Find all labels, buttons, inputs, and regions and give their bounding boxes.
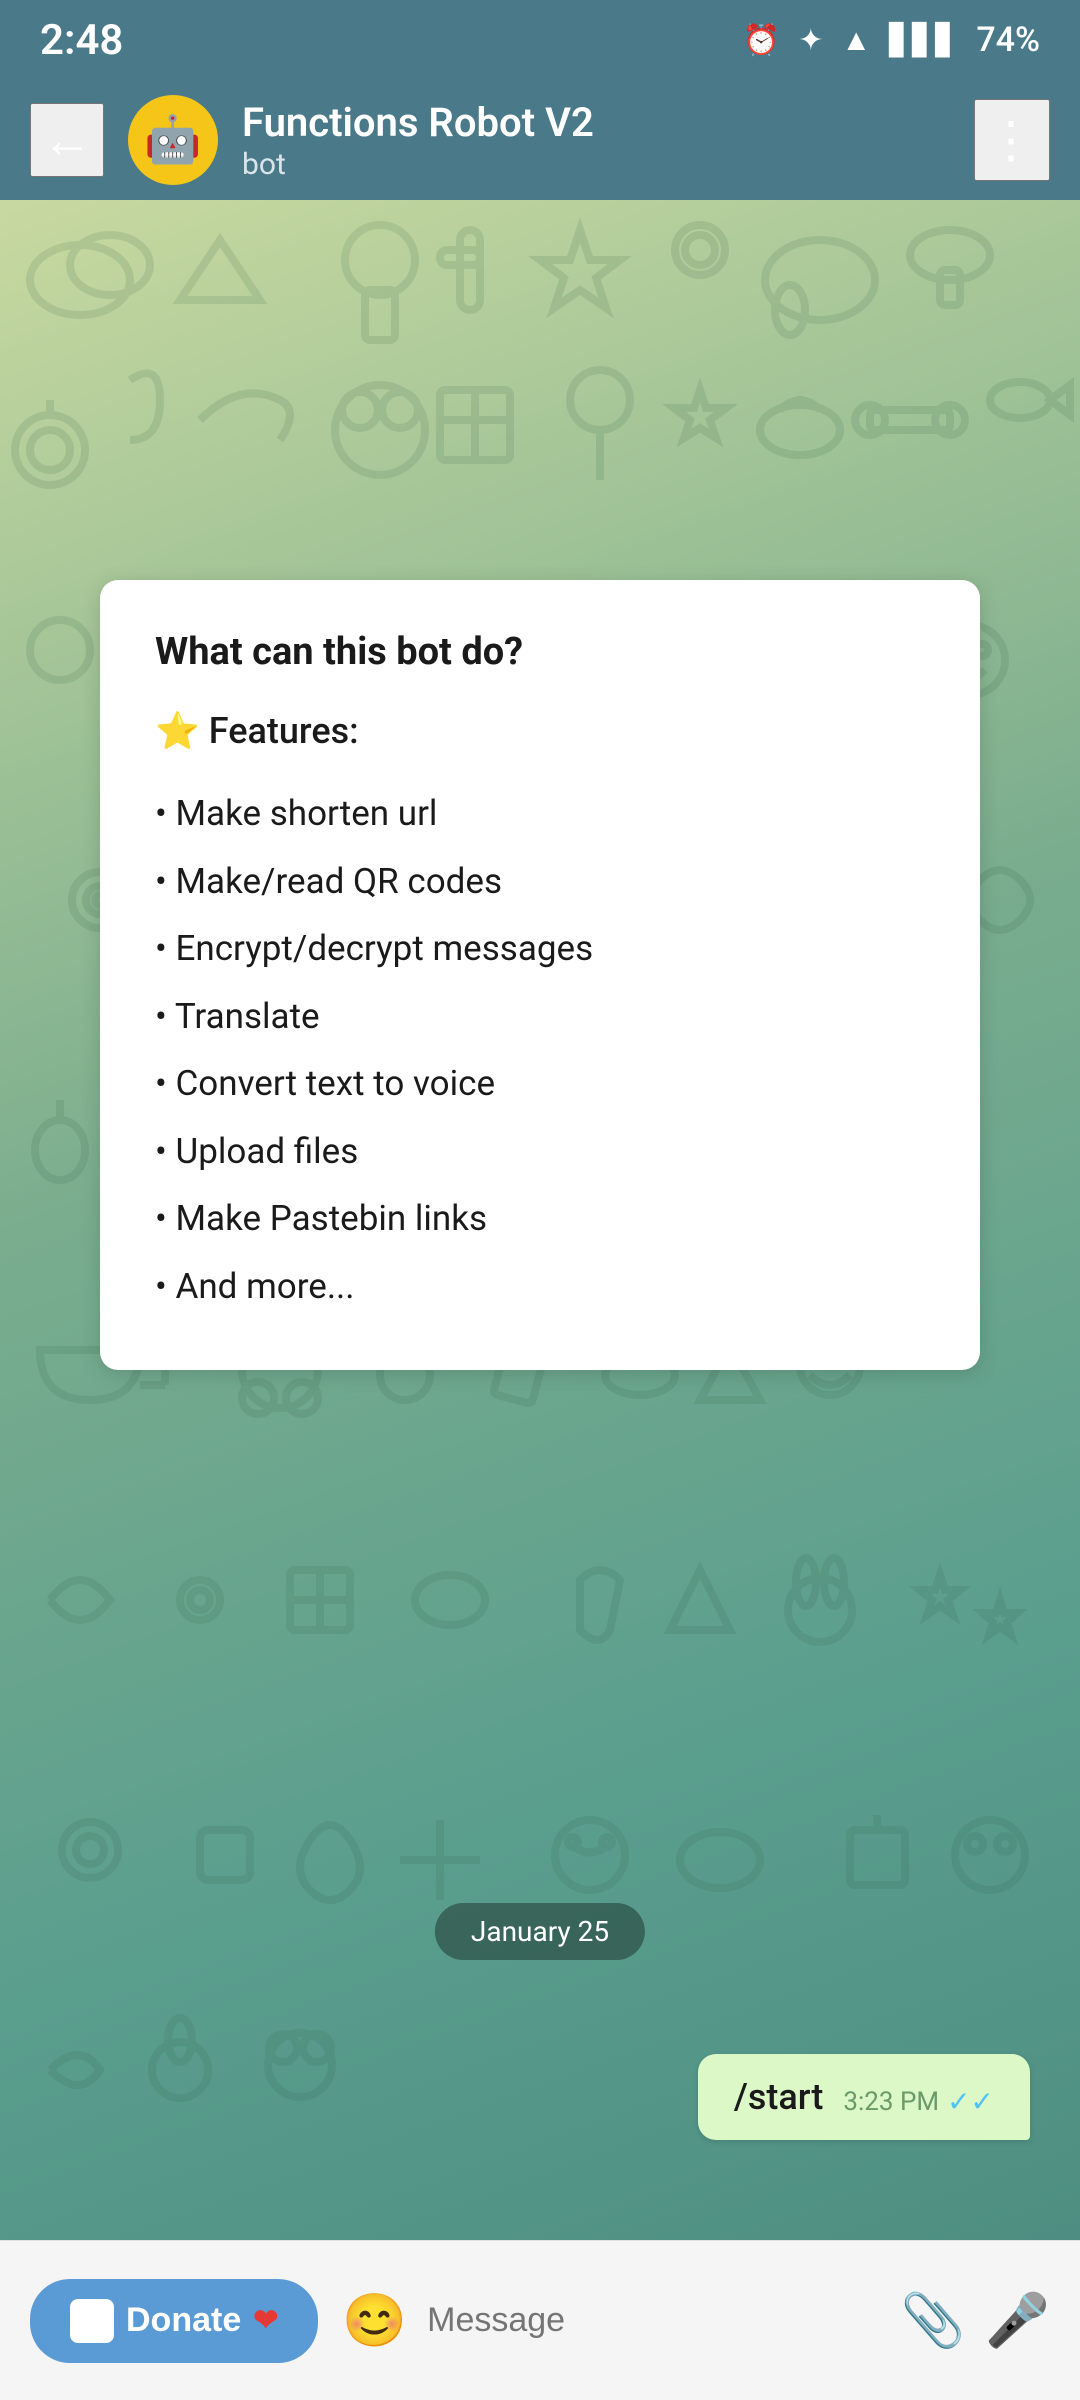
list-item: • Translate (155, 983, 925, 1051)
user-message-text: /start (734, 2076, 824, 2118)
wifi-icon: ▲ (841, 23, 871, 58)
date-divider: January 25 (435, 1903, 645, 1960)
header-info: Functions Robot V2 bot (242, 99, 950, 182)
battery-level: 74% (976, 20, 1040, 60)
donate-label: Donate (126, 2301, 241, 2340)
bot-status: bot (242, 147, 950, 182)
attach-button[interactable]: 📎 (901, 2295, 966, 2347)
bluetooth-icon: ✦ (798, 23, 823, 58)
status-icons: ⏰ ✦ ▲ ▋▋▋ 74% (743, 20, 1040, 60)
list-item: • Encrypt/decrypt messages (155, 915, 925, 983)
chat-header: ← 🤖 Functions Robot V2 bot ⋮ (0, 80, 1080, 200)
status-bar: 2:48 ⏰ ✦ ▲ ▋▋▋ 74% (0, 0, 1080, 80)
donate-heart-icon: ❤ (253, 2303, 278, 2338)
list-item: • Convert text to voice (155, 1050, 925, 1118)
intro-message-card: What can this bot do? ⭐ Features: • Make… (100, 580, 980, 1370)
signal-icon: ▋▋▋ (889, 23, 958, 58)
sticker-button[interactable]: 😊 (342, 2295, 407, 2347)
features-list: • Make shorten url • Make/read QR codes … (155, 780, 925, 1320)
list-item: • Make shorten url (155, 780, 925, 848)
features-header: ⭐ Features: (155, 710, 925, 752)
mic-button[interactable]: 🎤 (985, 2295, 1050, 2347)
chat-content: What can this bot do? ⭐ Features: • Make… (0, 200, 1080, 2240)
bot-name: Functions Robot V2 (242, 99, 950, 147)
back-button[interactable]: ← (30, 103, 104, 177)
status-time: 2:48 (40, 16, 123, 65)
donate-button[interactable]: ▭ Donate ❤ (30, 2279, 318, 2363)
alarm-icon: ⏰ (743, 23, 780, 58)
header-menu-button[interactable]: ⋮ (974, 99, 1050, 181)
bot-avatar: 🤖 (128, 95, 218, 185)
donate-box-icon: ▭ (70, 2299, 114, 2343)
message-time: 3:23 PM (843, 2087, 939, 2117)
intro-title: What can this bot do? (155, 630, 925, 674)
message-input[interactable] (427, 2301, 880, 2340)
message-meta: 3:23 PM ✓✓ (843, 2085, 994, 2118)
list-item: • Make/read QR codes (155, 848, 925, 916)
message-input-area: 😊 📎 🎤 (342, 2295, 1050, 2347)
list-item: • And more... (155, 1253, 925, 1321)
message-read-icon: ✓✓ (947, 2085, 994, 2118)
list-item: • Make Pastebin links (155, 1185, 925, 1253)
list-item: • Upload files (155, 1118, 925, 1186)
bottom-toolbar: ▭ Donate ❤ 😊 📎 🎤 (0, 2240, 1080, 2400)
user-message-bubble: /start 3:23 PM ✓✓ (698, 2054, 1030, 2140)
bot-avatar-icon: 🤖 (144, 113, 201, 167)
